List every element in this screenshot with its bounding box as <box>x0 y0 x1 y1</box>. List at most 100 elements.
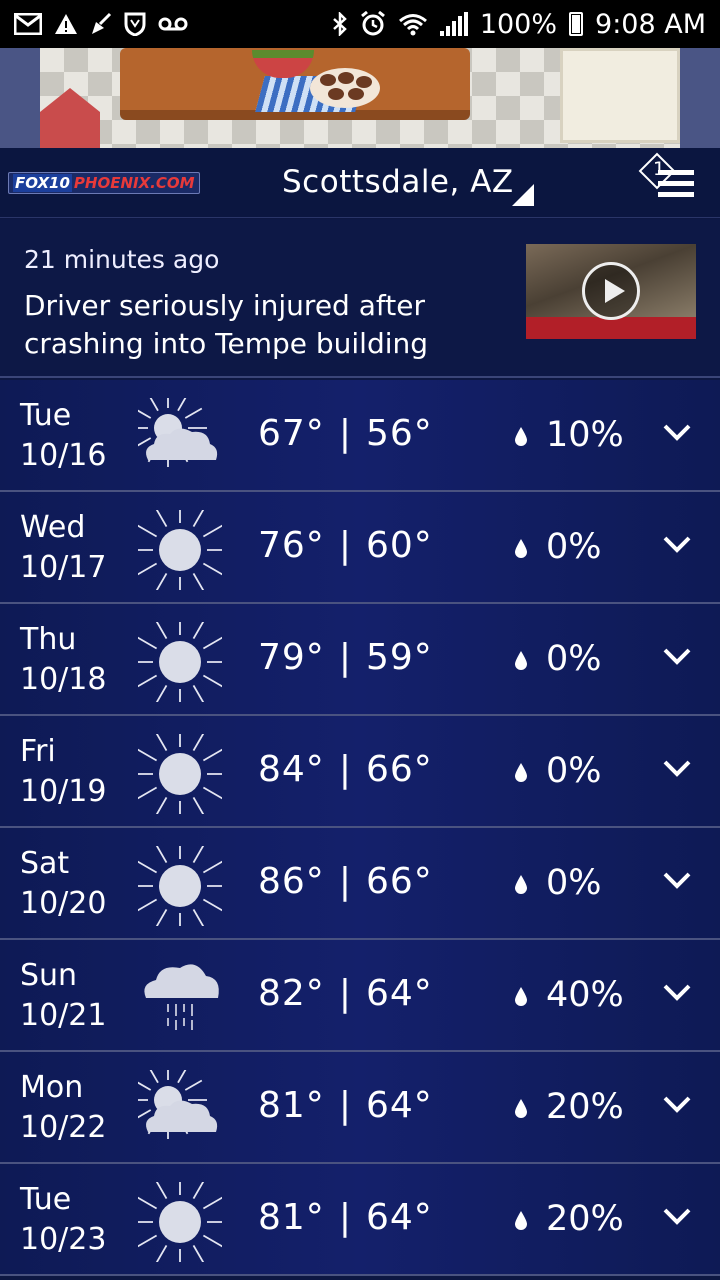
menu-button[interactable]: 1 <box>638 152 700 204</box>
sunny-weather-icon <box>138 622 222 702</box>
forecast-weekday: Thu <box>20 622 77 657</box>
news-item[interactable]: 21 minutes ago Driver seriously injured … <box>0 219 720 378</box>
chevron-down-icon[interactable] <box>662 1094 692 1114</box>
forecast-row[interactable]: Tue 10/23 81° | 64° 20% <box>0 1164 720 1276</box>
location-selector[interactable]: Scottsdale, AZ <box>282 164 514 200</box>
forecast-day: Mon 10/22 <box>20 1068 106 1148</box>
temp-separator: | <box>338 637 352 678</box>
forecast-low: 56° <box>365 413 433 454</box>
forecast-date: 10/18 <box>20 662 107 697</box>
temp-separator: | <box>338 749 352 790</box>
sunny-weather-icon <box>138 1182 222 1262</box>
thumbnail-lower-third <box>526 317 696 339</box>
chevron-down-icon[interactable] <box>662 758 692 778</box>
forecast-precip: 10% <box>546 415 624 455</box>
chevron-down-icon[interactable] <box>662 422 692 442</box>
chevron-down-icon[interactable] <box>662 982 692 1002</box>
voicemail-icon <box>158 17 188 31</box>
forecast-date: 10/22 <box>20 1110 107 1145</box>
raindrop-icon <box>515 1099 527 1118</box>
forecast-weekday: Sun <box>20 958 78 993</box>
forecast-precip: 0% <box>546 527 602 567</box>
raindrop-icon <box>515 987 527 1006</box>
forecast-weekday: Tue <box>20 1182 72 1217</box>
forecast-weekday: Mon <box>20 1070 84 1105</box>
forecast-date: 10/17 <box>20 550 107 585</box>
status-bar-left <box>14 12 188 36</box>
forecast-row[interactable]: Thu 10/18 79° | 59° 0% <box>0 604 720 716</box>
forecast-row[interactable]: Sun 10/21 82° | 64° 40% <box>0 940 720 1052</box>
forecast-temps: 76° | 60° <box>258 525 433 566</box>
forecast-row[interactable]: Mon 10/22 81° | 64° 20% <box>0 1052 720 1164</box>
ad-banner[interactable] <box>0 48 720 148</box>
forecast-day: Thu 10/18 <box>20 620 106 700</box>
forecast-list: Tue 10/16 67° | 56° 10% Wed 10/17 76° | 60° 0% Thu 10… <box>0 380 720 1276</box>
bluetooth-icon <box>332 12 347 36</box>
temp-separator: | <box>338 525 352 566</box>
raindrop-icon <box>515 1211 527 1230</box>
forecast-weekday: Tue <box>20 398 72 433</box>
forecast-high: 81° <box>258 1085 325 1126</box>
news-headline[interactable]: Driver seriously injured after crashing … <box>24 287 494 363</box>
forecast-temps: 82° | 64° <box>258 973 433 1014</box>
rain-weather-icon <box>144 964 219 1030</box>
alarm-icon <box>360 11 385 36</box>
chevron-down-icon[interactable] <box>662 646 692 666</box>
forecast-precip: 0% <box>546 863 602 903</box>
forecast-row[interactable]: Fri 10/19 84° | 66° 0% <box>0 716 720 828</box>
forecast-low: 66° <box>365 749 433 790</box>
forecast-day: Tue 10/16 <box>20 396 106 476</box>
forecast-date: 10/16 <box>20 438 107 473</box>
news-video-thumbnail[interactable] <box>526 244 696 339</box>
logo-phoenix-text: PHOENIX.COM <box>73 174 195 192</box>
forecast-low: 64° <box>365 1085 433 1126</box>
temp-separator: | <box>338 413 352 454</box>
forecast-high: 82° <box>258 973 325 1014</box>
forecast-date: 10/20 <box>20 886 107 921</box>
forecast-weekday: Wed <box>20 510 86 545</box>
wifi-icon <box>398 14 427 36</box>
temp-separator: | <box>338 1197 352 1238</box>
forecast-row[interactable]: Tue 10/16 67° | 56° 10% <box>0 380 720 492</box>
forecast-day: Sun 10/21 <box>20 956 106 1036</box>
location-dropdown-caret-icon[interactable] <box>512 184 534 206</box>
raindrop-icon <box>515 763 527 782</box>
mail-icon <box>14 13 42 35</box>
forecast-weekday: Fri <box>20 734 56 769</box>
forecast-temps: 79° | 59° <box>258 637 433 678</box>
forecast-precip: 40% <box>546 975 624 1015</box>
battery-percent: 100% <box>479 8 558 40</box>
forecast-precip: 20% <box>546 1199 624 1239</box>
raindrop-icon <box>515 651 527 670</box>
raindrop-icon <box>515 875 527 894</box>
forecast-weekday: Sat <box>20 846 70 881</box>
forecast-precip: 0% <box>546 639 602 679</box>
notification-count: 1 <box>652 158 666 180</box>
forecast-low: 64° <box>365 973 433 1014</box>
fox10-logo[interactable]: FOX10 PHOENIX.COM <box>8 172 200 194</box>
chevron-down-icon[interactable] <box>662 1206 692 1226</box>
forecast-temps: 84° | 66° <box>258 749 433 790</box>
forecast-day: Fri 10/19 <box>20 732 106 812</box>
forecast-date: 10/23 <box>20 1222 107 1257</box>
forecast-day: Sat 10/20 <box>20 844 106 924</box>
chevron-down-icon[interactable] <box>662 534 692 554</box>
play-icon[interactable] <box>582 262 640 320</box>
forecast-precip: 0% <box>546 751 602 791</box>
temp-separator: | <box>338 861 352 902</box>
ad-image[interactable] <box>40 48 680 148</box>
forecast-row[interactable]: Sat 10/20 86° | 66° 0% <box>0 828 720 940</box>
broom-icon <box>92 12 112 34</box>
forecast-low: 64° <box>365 1197 433 1238</box>
status-bar: 100% 9:08 AM <box>0 0 720 48</box>
forecast-low: 66° <box>365 861 433 902</box>
ad-donut-plate-illustration <box>310 68 380 108</box>
forecast-high: 81° <box>258 1197 325 1238</box>
forecast-temps: 81° | 64° <box>258 1085 433 1126</box>
partly-cloudy-weather-icon <box>138 1070 218 1139</box>
chevron-down-icon[interactable] <box>662 870 692 890</box>
partly-cloudy-weather-icon <box>138 398 218 467</box>
logo-fox-text: FOX10 <box>13 174 72 192</box>
forecast-row[interactable]: Wed 10/17 76° | 60° 0% <box>0 492 720 604</box>
forecast-date: 10/19 <box>20 774 107 809</box>
